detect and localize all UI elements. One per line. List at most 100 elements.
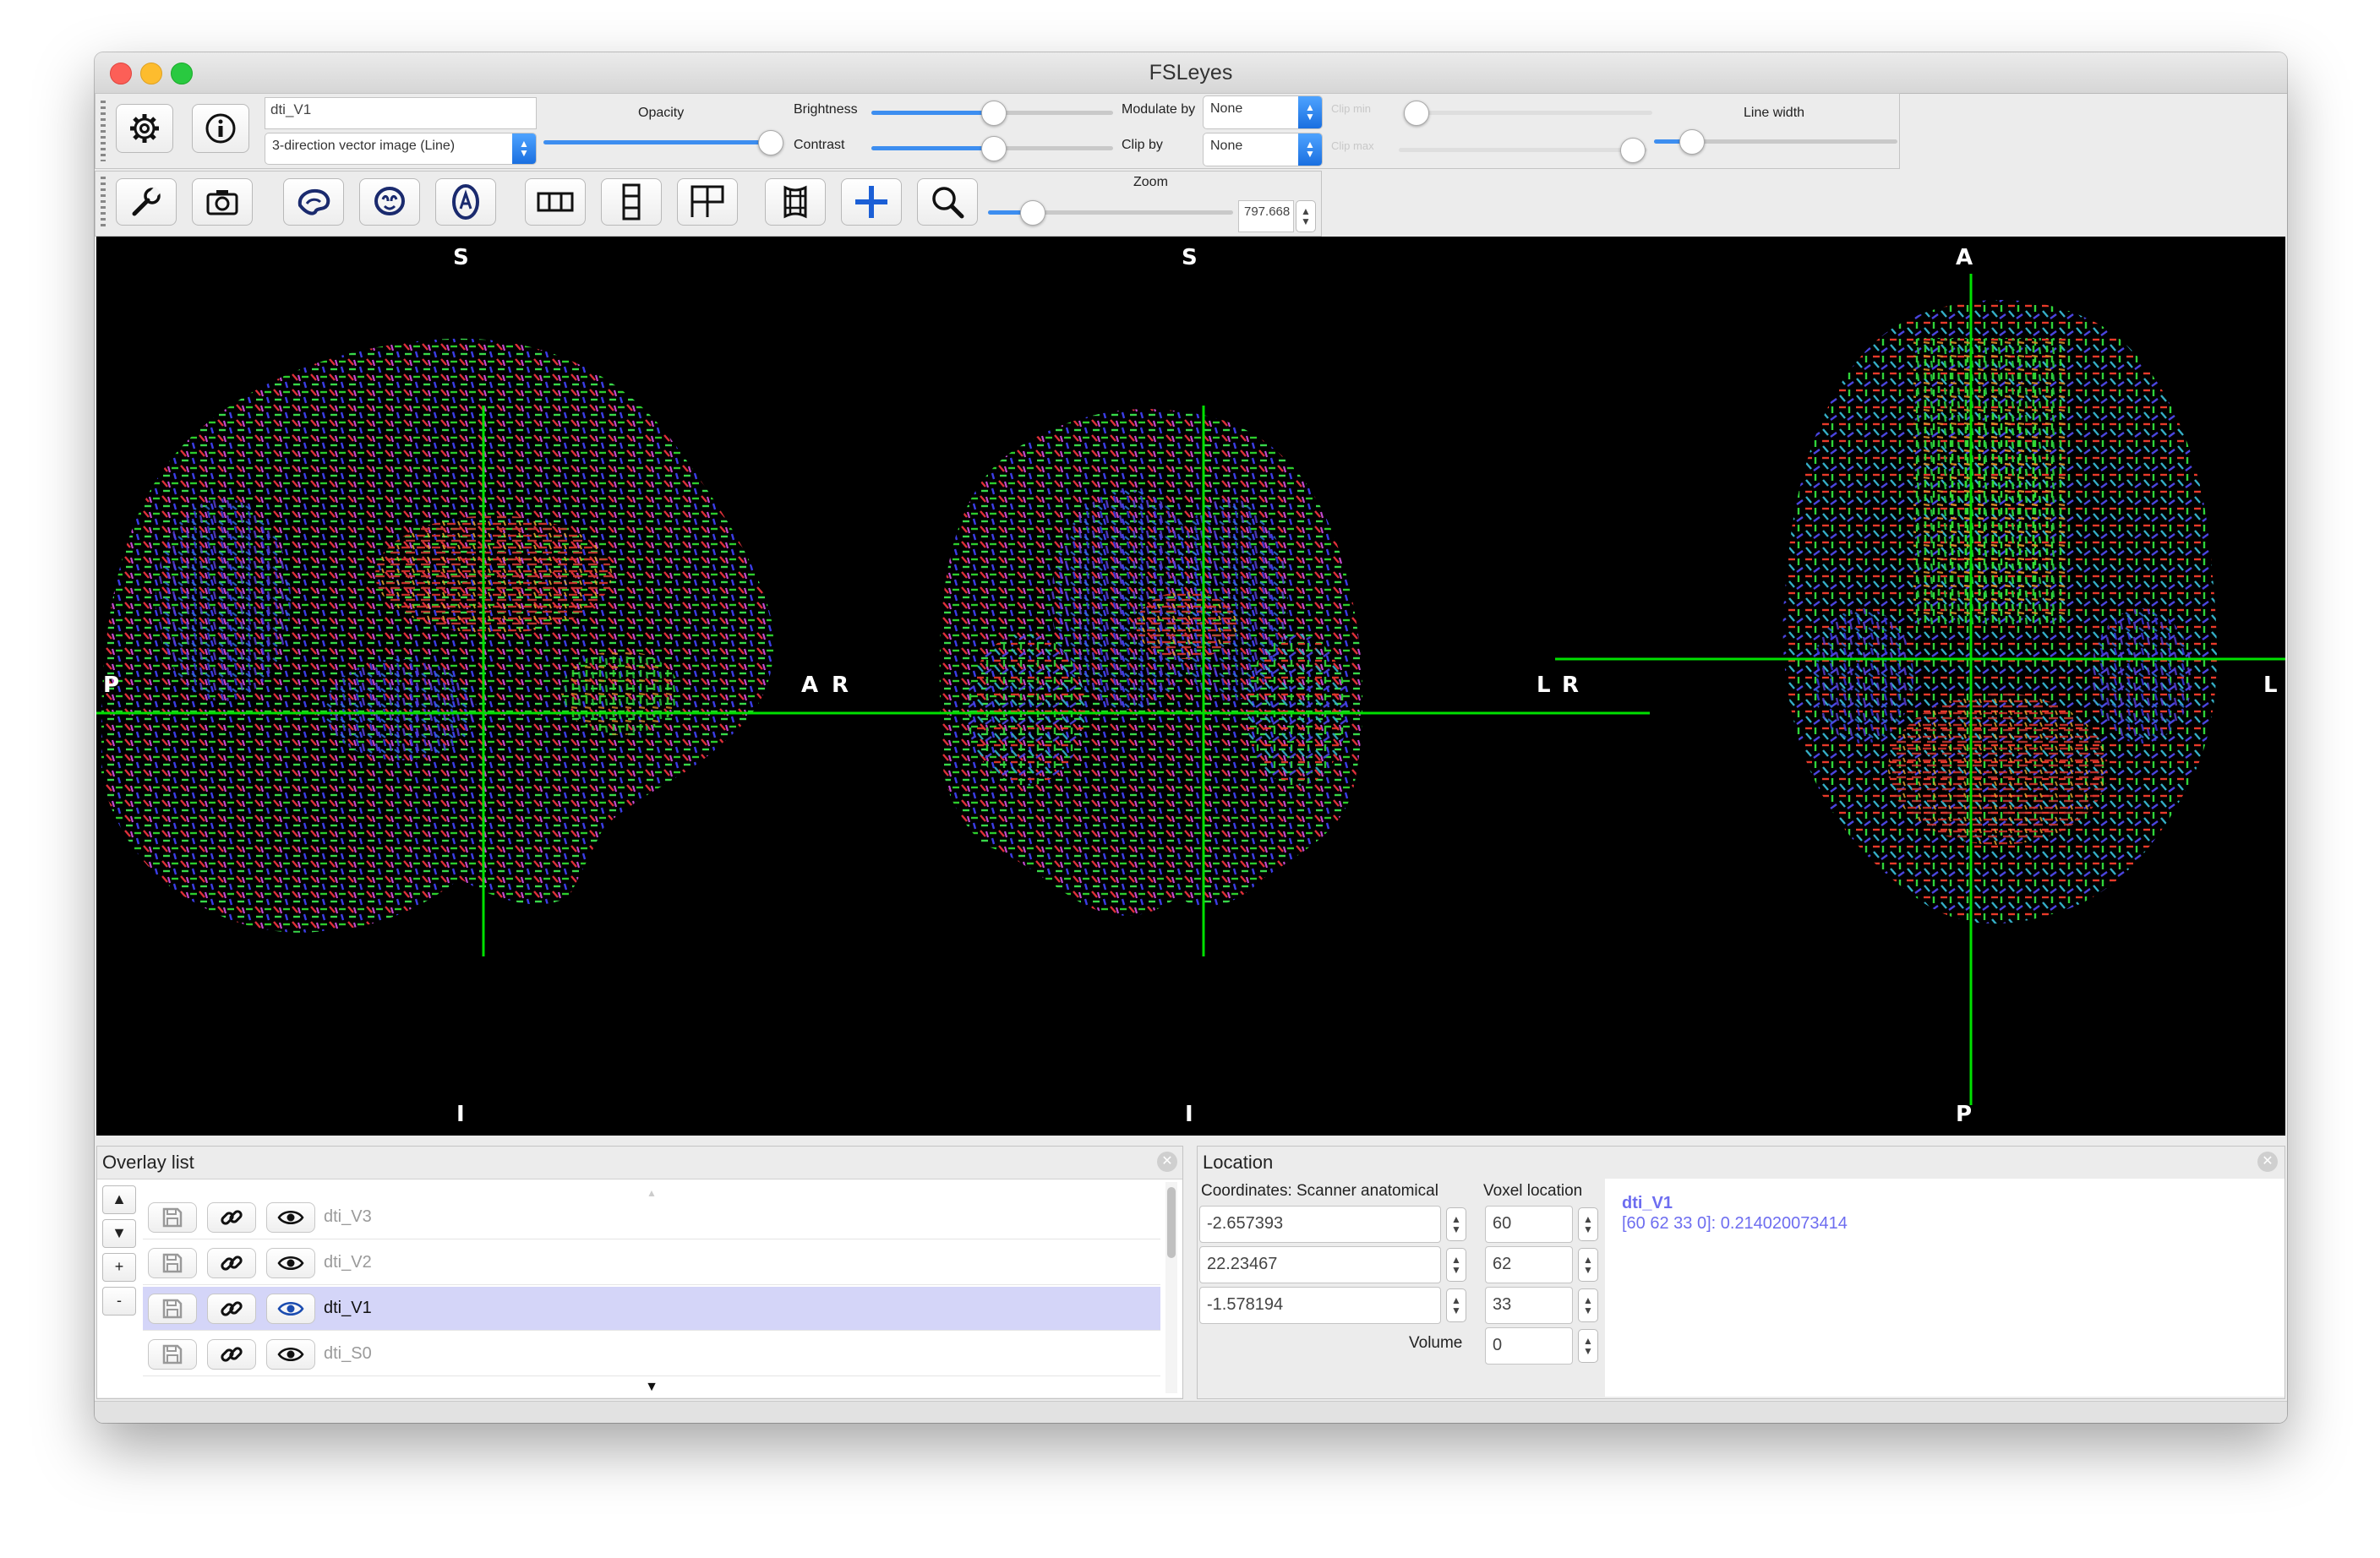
- brightness-slider-knob[interactable]: [981, 101, 1007, 126]
- title-bar: FSLeyes: [95, 52, 2287, 94]
- link-icon[interactable]: [207, 1248, 256, 1278]
- zoom-button[interactable]: [917, 178, 978, 226]
- eye-icon[interactable]: [266, 1294, 315, 1324]
- toolbar-grip[interactable]: [101, 101, 106, 161]
- crosshair-icon: [855, 186, 887, 218]
- scroll-down-indicator[interactable]: ▼: [143, 1380, 1160, 1395]
- add-overlay-button[interactable]: +: [102, 1253, 136, 1282]
- coord-z-spin[interactable]: ▲ ▼: [1446, 1288, 1466, 1322]
- voxel-z-field[interactable]: 33: [1485, 1287, 1573, 1324]
- overlay-row[interactable]: dti_S0: [143, 1332, 1160, 1376]
- line-width-slider-knob[interactable]: [1679, 129, 1705, 155]
- overlay-row-selected[interactable]: dti_V1: [143, 1287, 1160, 1331]
- toggle-coronal-button[interactable]: [359, 178, 420, 226]
- overlay-name: dti_V1: [324, 1299, 372, 1317]
- screenshot-button[interactable]: [192, 178, 253, 226]
- opacity-slider-knob[interactable]: [758, 130, 783, 155]
- line-width-slider[interactable]: [1654, 129, 1897, 155]
- brightness-slider[interactable]: [871, 101, 1113, 126]
- coordinates-label: Coordinates: Scanner anatomical: [1201, 1182, 1438, 1200]
- scrollbar-thumb[interactable]: [1167, 1187, 1176, 1258]
- voxel-y-field[interactable]: 62: [1485, 1246, 1573, 1283]
- window-title: FSLeyes: [1149, 61, 1233, 84]
- view-settings-button[interactable]: [116, 178, 177, 226]
- coord-x-field[interactable]: -2.657393: [1199, 1206, 1441, 1243]
- opacity-label: Opacity: [638, 106, 685, 120]
- move-up-button[interactable]: ▲: [102, 1185, 136, 1214]
- layout-horizontal-button[interactable]: [525, 178, 586, 226]
- clip-min-slider[interactable]: [1404, 101, 1652, 126]
- contrast-slider[interactable]: [871, 136, 1113, 161]
- voxel-z-spin[interactable]: ▲ ▼: [1578, 1288, 1598, 1322]
- zoom-label: Zoom: [1133, 175, 1168, 189]
- eye-icon[interactable]: [266, 1202, 315, 1233]
- save-icon[interactable]: [148, 1294, 197, 1324]
- coronal-bottom-label: I: [1185, 1102, 1193, 1127]
- zoom-spin-button[interactable]: ▲ ▼: [1296, 200, 1316, 232]
- clip-max-slider-knob[interactable]: [1620, 138, 1646, 163]
- camera-icon: [206, 190, 238, 215]
- opacity-slider[interactable]: [543, 130, 783, 155]
- voxel-y-spin[interactable]: ▲ ▼: [1578, 1248, 1598, 1282]
- modulate-by-select[interactable]: None ▲ ▼: [1203, 95, 1323, 129]
- coord-y-field[interactable]: 22.23467: [1199, 1246, 1441, 1283]
- coord-z-field[interactable]: -1.578194: [1199, 1287, 1441, 1324]
- toggle-cursor-button[interactable]: [841, 178, 902, 226]
- settings-button[interactable]: [116, 104, 173, 153]
- toggle-sagittal-button[interactable]: [283, 178, 344, 226]
- clip-min-slider-knob[interactable]: [1404, 101, 1429, 126]
- zoom-field[interactable]: 797.668: [1238, 200, 1294, 232]
- clip-by-select[interactable]: None ▲ ▼: [1203, 133, 1323, 166]
- eye-icon[interactable]: [266, 1248, 315, 1278]
- voxel-x-field[interactable]: 60: [1485, 1206, 1573, 1243]
- zoom-slider-knob[interactable]: [1020, 200, 1045, 226]
- overlay-row[interactable]: dti_V3: [143, 1196, 1160, 1239]
- sagittal-top-label: S: [453, 245, 469, 270]
- voxel-x-spin[interactable]: ▲ ▼: [1578, 1207, 1598, 1241]
- info-button[interactable]: [192, 104, 249, 153]
- layout-vertical-button[interactable]: [601, 178, 662, 226]
- link-icon[interactable]: [207, 1202, 256, 1233]
- opacity-slider-fill: [543, 140, 770, 144]
- axial-slice: [1782, 300, 2217, 924]
- close-icon[interactable]: ✕: [2257, 1152, 2278, 1172]
- save-icon[interactable]: [148, 1339, 197, 1370]
- movie-mode-button[interactable]: [765, 178, 826, 226]
- axial-top-label: A: [1956, 245, 1973, 270]
- link-icon[interactable]: [207, 1294, 256, 1324]
- chevron-updown-icon: ▲ ▼: [1298, 96, 1322, 128]
- link-icon[interactable]: [207, 1339, 256, 1370]
- toolbar-grip[interactable]: [101, 177, 106, 229]
- axial-right-label: L: [2263, 673, 2278, 698]
- save-icon[interactable]: [148, 1202, 197, 1233]
- coronal-brain-icon: [374, 187, 405, 215]
- coord-x-spin[interactable]: ▲ ▼: [1446, 1207, 1466, 1241]
- coord-y-spin[interactable]: ▲ ▼: [1446, 1248, 1466, 1282]
- ortho-view-canvas[interactable]: S I P A S I R L A P R L: [96, 237, 2285, 1136]
- overlay-list-scrollbar[interactable]: [1165, 1182, 1177, 1393]
- volume-spin[interactable]: ▲ ▼: [1578, 1329, 1598, 1363]
- movie-icon: [783, 185, 807, 219]
- overlay-list-panel: Overlay list ✕ ▲ ▼ + - ▲ dti_V3 dti_V2 d…: [96, 1146, 1183, 1399]
- volume-field[interactable]: 0: [1485, 1327, 1573, 1365]
- contrast-label: Contrast: [794, 138, 845, 152]
- overlay-name-field[interactable]: dti_V1: [265, 97, 537, 129]
- close-icon[interactable]: ✕: [1157, 1152, 1177, 1172]
- contrast-slider-knob[interactable]: [981, 136, 1007, 161]
- clip-max-label: Clip max: [1331, 139, 1374, 152]
- zoom-slider[interactable]: [988, 200, 1233, 226]
- overlay-display-toolbar: dti_V1 3-direction vector image (Line) ▲…: [95, 93, 1900, 169]
- display-type-select[interactable]: 3-direction vector image (Line) ▲ ▼: [265, 133, 537, 165]
- layout-grid-button[interactable]: [677, 178, 738, 226]
- layout-grid-icon: [691, 185, 724, 217]
- eye-icon[interactable]: [266, 1339, 315, 1370]
- save-icon[interactable]: [148, 1248, 197, 1278]
- gear-icon: [130, 114, 159, 143]
- toggle-axial-button[interactable]: [435, 178, 496, 226]
- overlay-name: dti_S0: [324, 1344, 372, 1363]
- sagittal-left-label: P: [103, 673, 120, 698]
- overlay-row[interactable]: dti_V2: [143, 1241, 1160, 1285]
- clip-max-slider[interactable]: [1399, 138, 1647, 163]
- move-down-button[interactable]: ▼: [102, 1219, 136, 1248]
- remove-overlay-button[interactable]: -: [102, 1287, 136, 1316]
